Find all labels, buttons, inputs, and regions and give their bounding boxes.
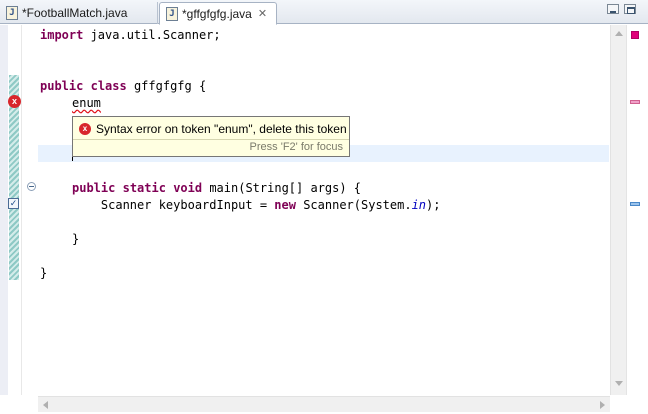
code-text-span: Scanner keyboardInput = <box>72 198 275 212</box>
scroll-left-arrow-icon[interactable] <box>43 401 48 409</box>
scroll-up-arrow-icon[interactable] <box>615 31 623 36</box>
java-file-icon: J <box>6 6 18 20</box>
vertical-scrollbar[interactable] <box>610 25 626 395</box>
minimize-button[interactable] <box>607 4 619 14</box>
vertical-ruler: x ✓ <box>0 25 22 395</box>
keyword: public <box>72 181 116 195</box>
code-text-span: java.util.Scanner; <box>83 28 221 42</box>
code-text-span: Scanner(System. <box>295 198 412 212</box>
code-line-8: Scanner keyboardInput = new Scanner(Syst… <box>72 197 441 214</box>
keyword: new <box>274 198 296 212</box>
tab-footballmatch[interactable]: J *FootballMatch.java <box>0 2 158 24</box>
error-summary-icon[interactable] <box>631 31 639 39</box>
fold-minus-icon[interactable] <box>27 182 36 191</box>
overview-ruler[interactable] <box>626 25 642 395</box>
tooltip-message-row: x Syntax error on token "enum", delete t… <box>79 121 347 137</box>
code-text-span: gffgfgfg { <box>126 79 207 93</box>
tooltip-message: Syntax error on token "enum", delete thi… <box>96 122 347 136</box>
code-line-1: import java.util.Scanner; <box>40 27 221 44</box>
keyword: import <box>40 28 84 42</box>
tab-label: *gffgfgfg.java <box>182 6 252 21</box>
tab-gffgfgfg[interactable]: J *gffgfgfg.java ✕ <box>159 2 277 25</box>
error-icon[interactable]: x <box>8 95 21 108</box>
error-marker[interactable] <box>630 100 640 104</box>
java-file-icon: J <box>166 6 178 21</box>
static-field: in <box>411 198 427 212</box>
closing-brace: } <box>72 232 80 246</box>
annotation-ruler <box>0 25 8 395</box>
scroll-right-arrow-icon[interactable] <box>600 401 605 409</box>
keyword: static <box>122 181 166 195</box>
code-line-3: public class gffgfgfg { <box>40 78 206 95</box>
code-text-span: ); <box>426 198 441 212</box>
code-text[interactable]: import java.util.Scanner; public class g… <box>40 25 610 395</box>
code-text-span: main(String[] args) { <box>202 181 362 195</box>
scroll-down-arrow-icon[interactable] <box>615 381 623 386</box>
tooltip-divider <box>73 139 349 140</box>
scrollbar-corner <box>610 396 648 414</box>
tab-label: *FootballMatch.java <box>22 6 128 20</box>
close-tab-icon[interactable]: ✕ <box>258 7 267 20</box>
error-hover-tooltip[interactable]: x Syntax error on token "enum", delete t… <box>72 116 350 157</box>
editor-tab-bar: J *FootballMatch.java J *gffgfgfg.java ✕ <box>0 0 648 25</box>
maximize-button[interactable] <box>624 4 636 14</box>
code-editor[interactable]: x ✓ import java.util.Scanner; public cla… <box>0 25 648 414</box>
keyword: class <box>90 79 127 93</box>
keyword: void <box>173 181 203 195</box>
horizontal-scrollbar[interactable] <box>38 396 610 412</box>
code-line-10: } <box>72 231 79 248</box>
code-line-4: enum <box>72 95 101 112</box>
task-icon[interactable]: ✓ <box>8 198 19 209</box>
keyword: public <box>40 79 84 93</box>
syntax-error-token[interactable]: enum <box>72 96 101 110</box>
code-line-7: public static void main(String[] args) { <box>72 180 361 197</box>
closing-brace: } <box>40 266 48 280</box>
task-marker[interactable] <box>630 202 640 206</box>
error-icon: x <box>79 123 91 135</box>
tooltip-focus-hint: Press 'F2' for focus <box>249 141 343 153</box>
code-line-12: } <box>40 265 47 282</box>
